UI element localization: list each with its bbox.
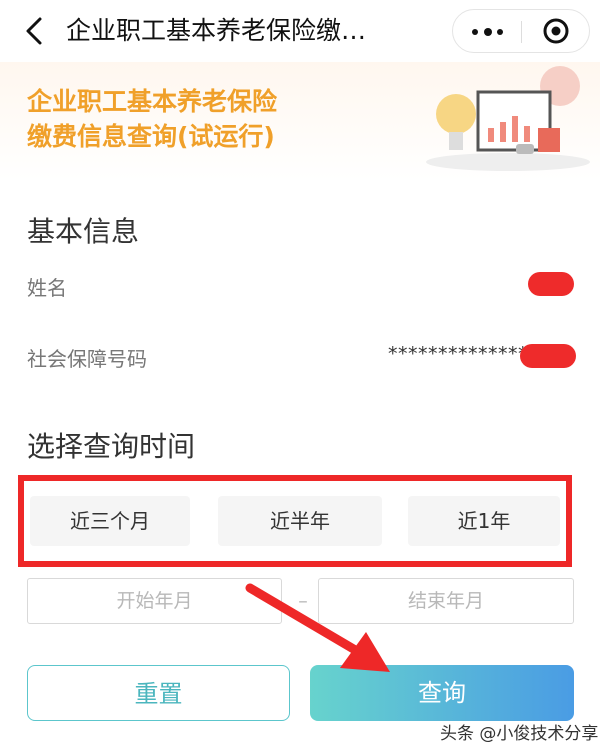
watermark: 头条 @小俊技术分享 <box>440 724 599 744</box>
option-half-year[interactable]: 近半年 <box>218 496 382 546</box>
name-redaction <box>528 272 574 296</box>
basic-info-heading: 基本信息 <box>27 215 140 248</box>
banner-title: 企业职工基本养老保险 缴费信息查询(试运行) <box>27 84 357 154</box>
more-button[interactable] <box>453 10 521 52</box>
target-close-icon <box>543 18 569 44</box>
page-title: 企业职工基本养老保险缴… <box>66 16 367 45</box>
banner: 企业职工基本养老保险 缴费信息查询(试运行) <box>0 62 600 180</box>
option-three-months[interactable]: 近三个月 <box>30 496 190 546</box>
ssn-value: *************** <box>388 343 538 365</box>
banner-title-line1: 企业职工基本养老保险 <box>27 87 278 116</box>
more-dots-icon <box>472 29 478 35</box>
mini-program-capsule <box>452 9 590 53</box>
close-button[interactable] <box>522 10 590 52</box>
query-time-heading: 选择查询时间 <box>27 430 196 463</box>
banner-title-line2: 缴费信息查询(试运行) <box>27 122 275 151</box>
chevron-left-icon <box>26 17 42 45</box>
ssn-label: 社会保障号码 <box>27 347 147 371</box>
option-one-year[interactable]: 近1年 <box>408 496 560 546</box>
name-label: 姓名 <box>27 276 67 300</box>
ssn-redaction <box>520 344 576 368</box>
back-button[interactable] <box>18 14 52 48</box>
banner-illustration <box>426 66 590 171</box>
nav-bar: 企业职工基本养老保险缴… <box>0 0 600 62</box>
annotation-arrow-icon <box>245 583 390 672</box>
